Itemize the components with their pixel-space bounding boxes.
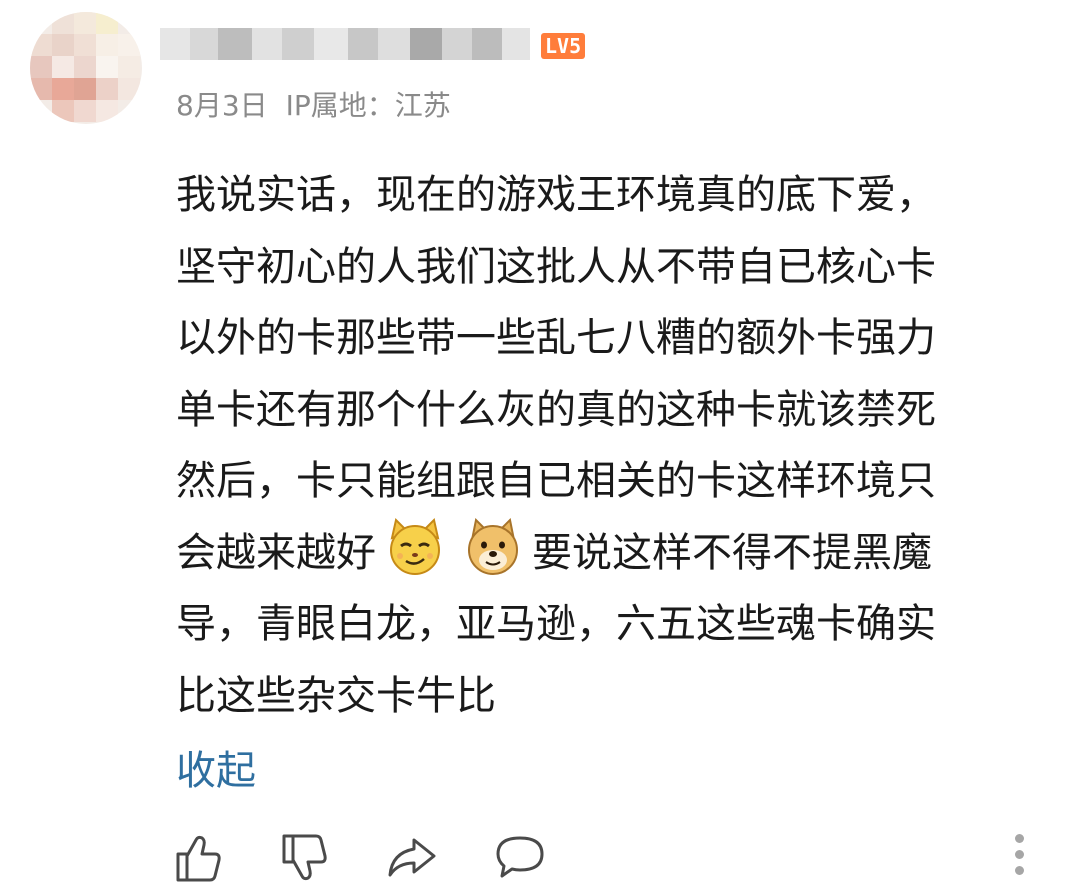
comment-line: 以外的卡那些带一些乱七八糟的额外卡强力 (176, 315, 936, 361)
reply-button[interactable] (492, 830, 548, 886)
comment-date: 8月3日 (176, 89, 268, 122)
comment-icon (496, 836, 544, 878)
comment-line: 然后，卡只能组跟自已相关的卡这样环境只 (176, 458, 936, 504)
comment-line: 坚守初心的人我们这批人从不带自已核心卡 (176, 243, 936, 290)
ip-location: IP属地：江苏 (285, 89, 451, 122)
comment-line: 导，青眼白龙，亚马逊，六五这些魂卡确实 (176, 601, 936, 647)
more-vertical-icon[interactable] (1010, 832, 1030, 878)
comment-line: 单卡还有那个什么灰的真的这种卡就该禁死 (176, 386, 936, 433)
share-icon (388, 838, 436, 877)
comment-text: 我说实话，现在的游戏王环境真的底下爱， 坚守初心的人我们这批人从不带自已核心卡 … (176, 160, 1036, 732)
thumbs-down-icon (282, 834, 327, 881)
avatar[interactable] (30, 12, 142, 124)
smirking-cat-emoji (386, 517, 444, 576)
share-button[interactable] (384, 830, 440, 886)
thumbs-up-icon (176, 835, 221, 882)
collapse-link[interactable]: 收起 (176, 738, 256, 796)
comment-text-segment: 要说这样不得不提黑魔 (532, 529, 932, 576)
username-blurred[interactable] (160, 24, 530, 64)
comment-meta: 8月3日 IP属地：江苏 (176, 84, 451, 124)
comment-action-bar (0, 826, 1080, 882)
doge-emoji (464, 517, 522, 576)
comment-line-with-emoji: 会越来越好 要说这样不得不提黑魔 (176, 517, 1036, 590)
like-button[interactable] (172, 830, 228, 886)
level-badge: LV5 (541, 33, 586, 59)
comment-text-segment: 会越来越好 (176, 529, 376, 576)
comment-line: 比这些杂交卡牛比 (176, 672, 496, 719)
comment-line: 我说实话，现在的游戏王环境真的底下爱， (176, 172, 936, 218)
dislike-button[interactable] (278, 830, 334, 886)
